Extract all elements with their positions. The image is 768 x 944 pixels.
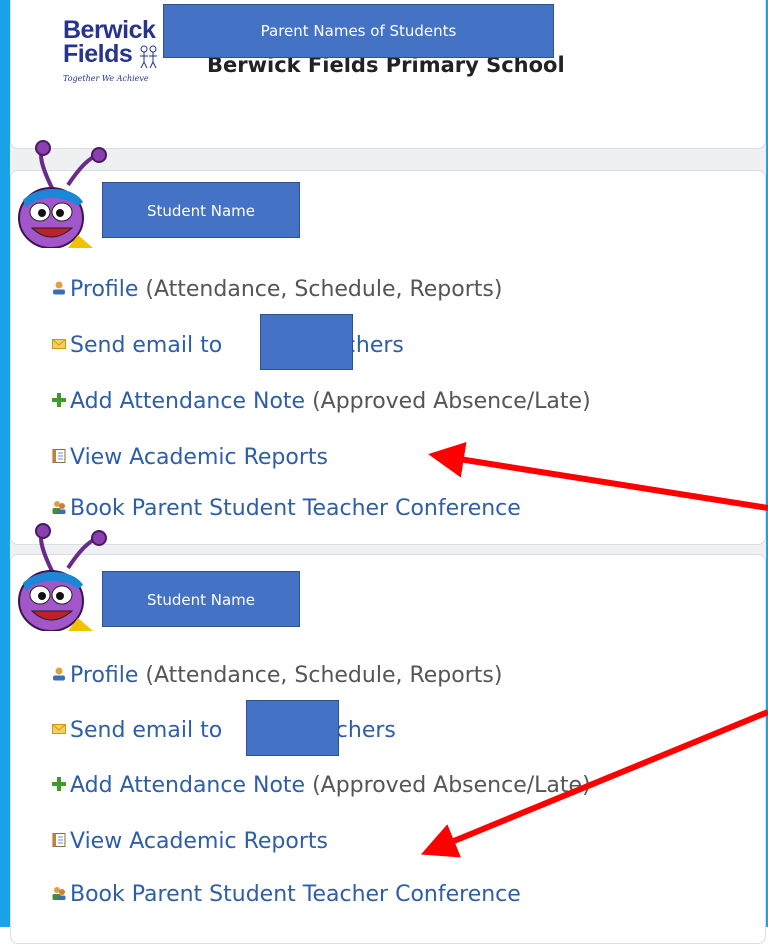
report-icon xyxy=(52,449,66,463)
conference-item: Book Parent Student Teacher Conference xyxy=(52,496,521,521)
profile-link-description: (Attendance, Schedule, Reports) xyxy=(138,663,503,688)
profile-link[interactable]: Profile xyxy=(70,663,138,688)
academic-reports-item: View Academic Reports xyxy=(52,829,328,854)
send-email-link[interactable]: Send email to xyxy=(70,333,222,358)
plus-icon xyxy=(52,393,66,407)
add-attendance-note-link[interactable]: Add Attendance Note xyxy=(70,389,305,414)
email-icon xyxy=(52,339,66,349)
teacher-name-redaction xyxy=(260,314,353,370)
profile-link-item: Profile (Attendance, Schedule, Reports) xyxy=(53,663,503,688)
bee-mascot-icon xyxy=(18,523,107,631)
profile-icon xyxy=(53,667,65,681)
student-name-redaction: Student Name xyxy=(102,571,300,627)
logo-text-line2: Fields xyxy=(63,40,133,68)
report-icon xyxy=(52,833,66,847)
school-logo: Berwick Fields Together We Achieve xyxy=(51,16,161,116)
book-conference-link[interactable]: Book Parent Student Teacher Conference xyxy=(70,496,521,521)
profile-link-item: Profile (Attendance, Schedule, Reports) xyxy=(53,277,503,302)
send-email-link[interactable]: Send email to xyxy=(70,718,222,743)
plus-icon xyxy=(52,777,66,791)
academic-reports-item: View Academic Reports xyxy=(52,445,328,470)
teacher-name-redaction xyxy=(246,700,339,756)
book-conference-link[interactable]: Book Parent Student Teacher Conference xyxy=(70,882,521,907)
attendance-note-item: Add Attendance Note (Approved Absence/La… xyxy=(52,389,591,414)
view-academic-reports-link[interactable]: View Academic Reports xyxy=(70,829,328,854)
student-name-redaction: Student Name xyxy=(102,182,300,238)
attendance-note-description: (Approved Absence/Late) xyxy=(305,773,591,798)
conference-icon xyxy=(52,887,66,900)
bee-mascot-icon xyxy=(18,140,107,248)
attendance-note-description: (Approved Absence/Late) xyxy=(305,389,591,414)
profile-link[interactable]: Profile xyxy=(70,277,138,302)
send-email-item: Send email to teachers xyxy=(52,718,396,743)
view-academic-reports-link[interactable]: View Academic Reports xyxy=(70,445,328,470)
profile-link-description: (Attendance, Schedule, Reports) xyxy=(138,277,503,302)
children-icon xyxy=(140,45,157,69)
add-attendance-note-link[interactable]: Add Attendance Note xyxy=(70,773,305,798)
email-icon xyxy=(52,724,66,734)
logo-tagline: Together We Achieve xyxy=(63,74,149,83)
conference-icon xyxy=(52,501,66,514)
attendance-note-item: Add Attendance Note (Approved Absence/La… xyxy=(52,773,591,798)
send-email-item: Send email to teachers xyxy=(52,333,404,358)
conference-item: Book Parent Student Teacher Conference xyxy=(52,882,521,907)
profile-icon xyxy=(53,281,65,295)
parent-names-redaction: Parent Names of Students xyxy=(163,4,554,58)
